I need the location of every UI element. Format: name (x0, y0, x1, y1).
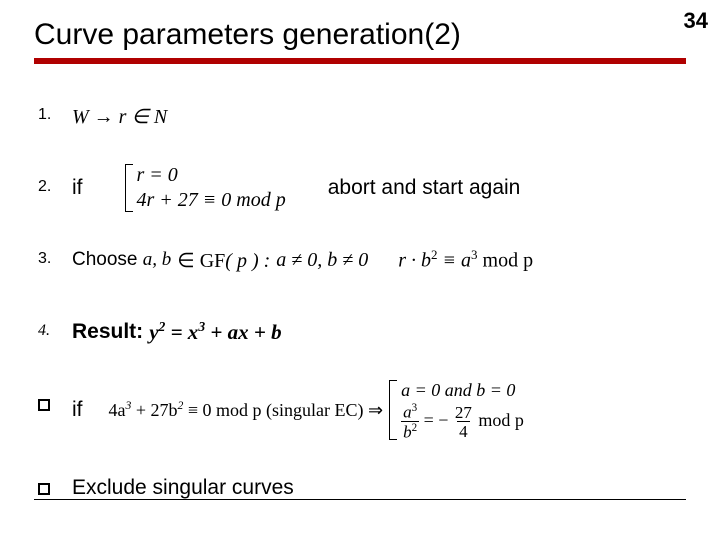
step-3: 3. Choose a, b ∈ GF( p ) : a ≠ 0, b ≠ 0 … (38, 236, 686, 284)
step-4-label: Result: (72, 320, 143, 344)
step-3-gf: ∈ GF( p ) : (177, 248, 270, 273)
step-2-cond-top: r = 0 (137, 164, 286, 187)
step-4-marker: 4. (38, 308, 72, 340)
square-bullet-icon (38, 483, 50, 495)
step-5-result: a = 0 and b = 0 a3b2 = − 274 mod p (389, 380, 524, 440)
step-5-cond: 4a3 + 27b2 ≡ 0 mod p (singular EC) ⇒ (109, 399, 384, 421)
title-underline (34, 58, 686, 64)
step-2-tail: abort and start again (328, 176, 521, 200)
step-5-if: if (72, 398, 83, 422)
step-4-eq: y2 = x3 + ax + b (149, 319, 281, 345)
step-6-marker (38, 464, 72, 500)
step-6-text: Exclude singular curves (72, 476, 294, 500)
step-3-cond1: a ≠ 0, b ≠ 0 (276, 249, 368, 272)
square-bullet-icon (38, 399, 50, 411)
step-2: 2. if r = 0 4r + 27 ≡ 0 mod p abort and … (38, 164, 686, 212)
footer-rule (34, 499, 686, 500)
step-5-marker (38, 380, 72, 416)
steps-list: 1. W → r ∈ N 2. if r = 0 4r + 27 ≡ 0 mod… (34, 92, 686, 512)
step-3-cond2: r · b2 ≡ a3 mod p (398, 247, 533, 273)
step-2-bracket: r = 0 4r + 27 ≡ 0 mod p (125, 164, 286, 212)
step-2-cond-bot: 4r + 27 ≡ 0 mod p (137, 189, 286, 212)
step-1-marker: 1. (38, 92, 72, 124)
step-5-r-top: a = 0 and b = 0 (401, 380, 524, 401)
step-4: 4. Result: y2 = x3 + ax + b (38, 308, 686, 356)
step-3-choose: Choose a, b (72, 249, 171, 271)
slide-body: Curve parameters generation(2) 1. W → r … (0, 0, 720, 512)
step-2-marker: 2. (38, 164, 72, 196)
step-2-if: if (72, 176, 83, 200)
step-1: 1. W → r ∈ N (38, 92, 686, 140)
step-6: Exclude singular curves (38, 464, 686, 512)
step-5: if 4a3 + 27b2 ≡ 0 mod p (singular EC) ⇒ … (38, 380, 686, 440)
slide-title: Curve parameters generation(2) (34, 18, 686, 52)
step-3-marker: 3. (38, 236, 72, 268)
step-1-math: W → r ∈ N (72, 104, 167, 129)
step-5-r-bot: a3b2 = − 274 mod p (401, 403, 524, 440)
page-number: 34 (684, 8, 708, 34)
